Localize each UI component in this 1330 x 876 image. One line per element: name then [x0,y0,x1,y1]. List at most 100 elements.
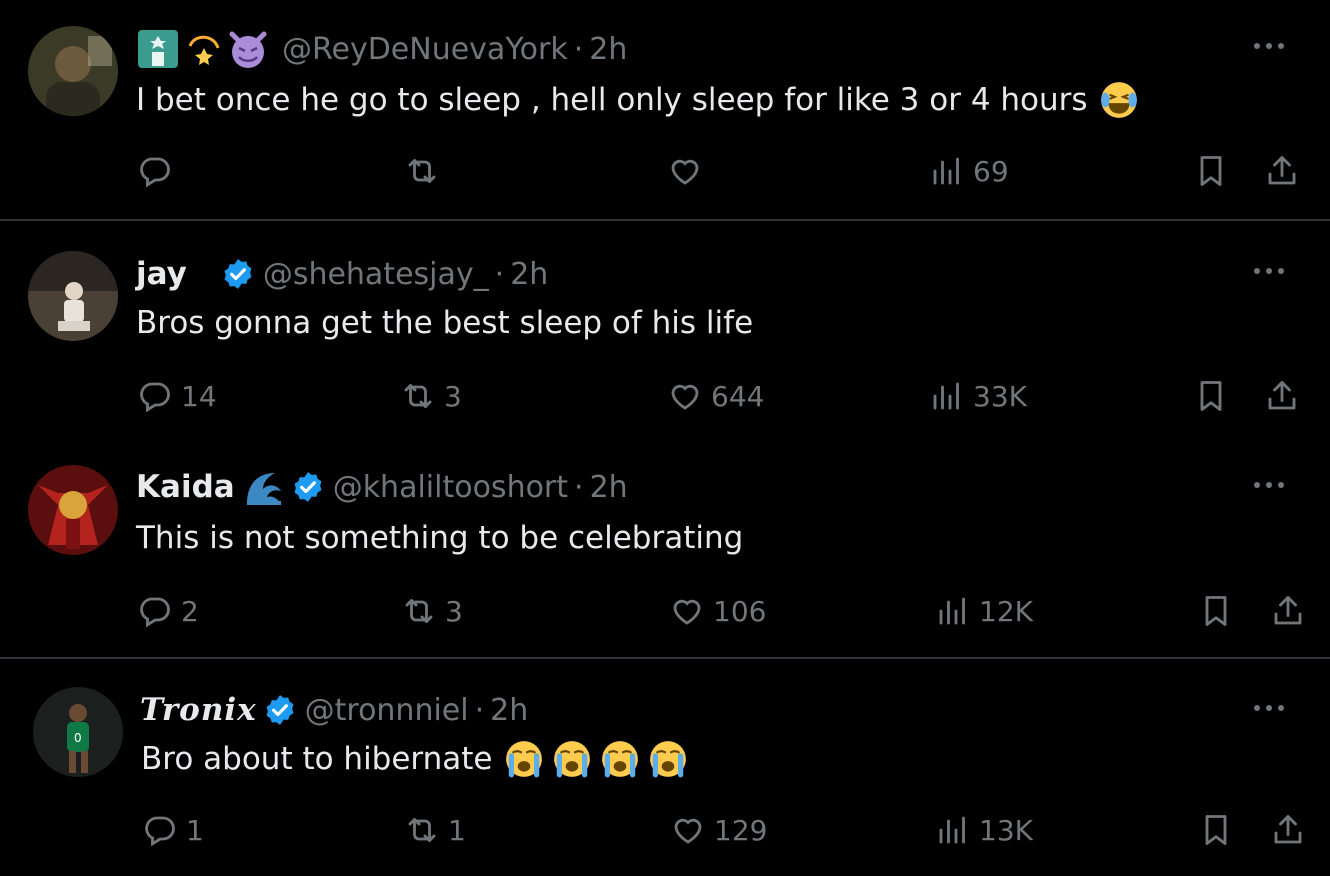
tweet-header: Tronix @tronnniel · 2h [140,687,528,733]
bookmark-icon[interactable] [1193,378,1229,414]
verified-badge-icon[interactable] [291,470,325,504]
tweet-header: Kaida @khaliltooshort · 2h [136,464,628,510]
more-options-icon[interactable] [1252,480,1286,490]
views-button[interactable]: 33K [929,378,1027,414]
bookmark-icon[interactable] [1193,153,1229,189]
tweet-text: Bros gonna get the best sleep of his lif… [136,301,753,345]
retweet-button[interactable]: 1 [404,812,466,848]
reply-icon [137,153,173,189]
reply-button[interactable] [137,153,181,189]
crying-face-icon [599,738,641,780]
separator-dot: · [573,31,584,67]
separator-dot: · [494,256,505,292]
views-icon [929,153,965,189]
views-button[interactable]: 69 [929,153,1009,189]
timestamp[interactable]: 2h [510,257,548,292]
heart-icon [667,153,703,189]
tweet-text: Bro about to hibernate [141,737,689,781]
smiling-devil-icon [226,28,270,70]
reply-button[interactable]: 1 [142,812,204,848]
retweet-button[interactable]: 3 [401,593,463,629]
separator-dot: · [574,469,584,505]
crying-face-icon [647,738,689,780]
avatar[interactable] [28,251,118,341]
view-count: 12K [979,594,1033,628]
more-options-icon[interactable] [1252,266,1286,276]
more-options-icon[interactable] [1252,703,1286,713]
user-handle[interactable]: @ReyDeNuevaYork [282,32,568,67]
heart-icon [669,593,705,629]
tweet-header: jay @shehatesjay_ · 2h [136,251,548,297]
reply-icon [137,378,173,414]
tweet-text-body: This is not something to be celebrating [136,520,744,556]
display-name[interactable]: Tronix [140,692,257,728]
timestamp[interactable]: 2h [589,32,627,67]
tweet-text-body: Bros gonna get the best sleep of his lif… [136,305,754,341]
tears-of-joy-icon [1098,79,1140,121]
tweet-text-body: Bro about to hibernate [141,741,493,777]
timestamp[interactable]: 2h [590,470,628,505]
reply-button[interactable]: 14 [137,378,217,414]
avatar[interactable] [28,465,118,555]
statue-of-liberty-icon [136,28,180,70]
like-count: 106 [713,594,767,628]
user-handle[interactable]: @khaliltooshort [333,470,568,505]
like-button[interactable]: 106 [669,593,766,629]
views-icon [929,378,965,414]
reply-count: 2 [181,594,199,628]
view-count: 13K [979,813,1033,847]
reply-icon [142,812,178,848]
avatar[interactable] [28,26,118,116]
crying-face-icon [551,738,593,780]
verified-badge-icon[interactable] [221,257,255,291]
views-icon [935,812,971,848]
share-icon[interactable] [1264,378,1300,414]
like-count: 644 [711,379,765,413]
tweet-text: This is not something to be celebrating [136,516,743,560]
water-wave-icon [243,467,285,507]
views-icon [935,593,971,629]
retweet-icon [404,812,440,848]
bookmark-icon[interactable] [1198,593,1234,629]
bookmark-icon[interactable] [1198,812,1234,848]
heart-icon [670,812,706,848]
retweet-count: 3 [445,594,463,628]
reply-icon [137,593,173,629]
like-button[interactable]: 644 [667,378,764,414]
like-button[interactable]: 129 [670,812,767,848]
views-button[interactable]: 12K [935,593,1033,629]
dizzy-icon [184,28,224,70]
retweet-count: 1 [448,813,466,847]
tweet-text-body: I bet once he go to sleep , hell only sl… [136,82,1088,118]
tweet-1[interactable]: @ReyDeNuevaYork · 2h I bet once he go to… [0,0,1330,219]
separator-dot: · [474,692,485,728]
more-options-icon[interactable] [1252,41,1286,51]
retweet-button[interactable] [404,153,448,189]
reply-count: 1 [186,813,204,847]
view-count: 33K [973,379,1027,413]
like-button[interactable] [667,153,711,189]
share-icon[interactable] [1270,812,1306,848]
tweet-4[interactable]: 0 Tronix @tronnniel · 2h Bro about to hi… [0,659,1330,876]
retweet-icon [401,593,437,629]
tweet-2[interactable]: jay @shehatesjay_ · 2h Bros gonna get th… [0,221,1330,441]
user-handle[interactable]: @tronnniel [305,693,469,728]
retweet-icon [400,378,436,414]
tweet-header: @ReyDeNuevaYork · 2h [136,26,627,72]
share-icon[interactable] [1270,593,1306,629]
user-handle[interactable]: @shehatesjay_ [263,257,489,292]
crying-face-icon [503,738,545,780]
avatar[interactable]: 0 [33,687,123,777]
verified-badge-icon[interactable] [263,693,297,727]
retweet-icon [404,153,440,189]
share-icon[interactable] [1264,153,1300,189]
timestamp[interactable]: 2h [490,693,528,728]
views-button[interactable]: 13K [935,812,1033,848]
retweet-button[interactable]: 3 [400,378,462,414]
display-name[interactable]: jay [136,256,187,292]
reply-button[interactable]: 2 [137,593,199,629]
tweet-3[interactable]: Kaida @khaliltooshort · 2h This is not s… [0,441,1330,657]
like-count: 129 [714,813,768,847]
reply-count: 14 [181,379,217,413]
display-name[interactable]: Kaida [136,469,235,505]
